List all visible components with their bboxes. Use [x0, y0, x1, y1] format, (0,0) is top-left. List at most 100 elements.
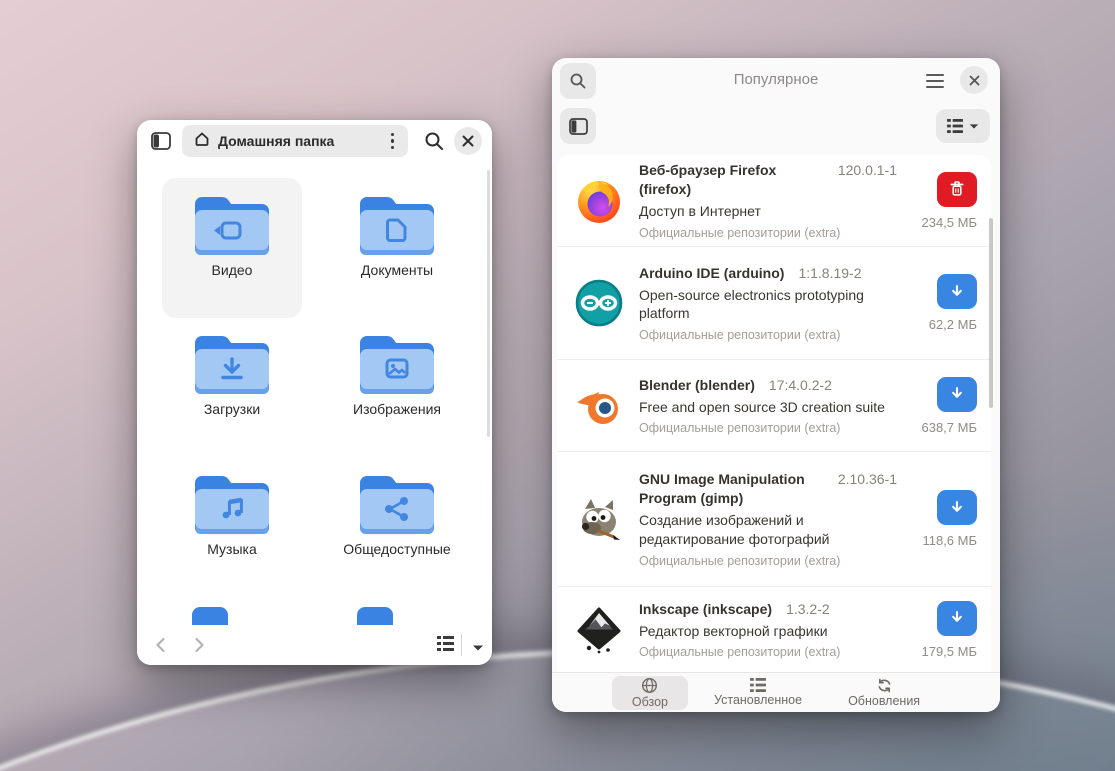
folder-item-public[interactable]: Общедоступные [327, 457, 467, 597]
current-folder-label: Домашняя папка [218, 133, 335, 149]
arduino-icon [575, 279, 623, 327]
folder-icon [195, 476, 269, 534]
list-icon [750, 678, 766, 693]
app-row-blender[interactable]: Blender (blender) 17:4.0.2-2 Free and op… [557, 360, 991, 452]
tab-installed[interactable]: Установленное [694, 676, 822, 710]
tab-updates[interactable]: Обновления [828, 676, 940, 710]
folder-icon [195, 336, 269, 394]
gimp-icon [581, 499, 620, 540]
install-button[interactable] [937, 600, 977, 636]
files-headerbar: Домашняя папка [137, 120, 492, 162]
folder-label: Загрузки [203, 401, 261, 417]
folder-item-videos[interactable]: Видео [162, 178, 302, 318]
app-name: GNU Image Manipulation Program (gimp) [639, 471, 805, 507]
install-button[interactable] [937, 376, 977, 412]
app-repository: Официальные репозитории (extra) [639, 645, 841, 660]
app-row-firefox[interactable]: Веб-браузер Firefox (firefox) 120.0.1-1 … [557, 155, 991, 247]
tab-label: Установленное [714, 693, 803, 708]
hamburger-menu-icon[interactable] [922, 70, 948, 92]
app-version: 120.0.1-1 [837, 162, 897, 179]
tab-browse[interactable]: Обзор [611, 675, 689, 710]
download-icon [952, 387, 962, 398]
chevron-down-icon [969, 123, 979, 129]
app-description: Редактор векторной графики [639, 622, 828, 639]
list-view-icon[interactable] [437, 636, 454, 656]
app-row-inkscape[interactable]: Inkscape (inkscape) 1.3.2-2 Редактор век… [557, 587, 991, 672]
app-size: 234,5 МБ [921, 214, 977, 230]
app-description: Доступ в Интернет [639, 202, 761, 219]
app-description: Open-source electronics prototyping plat… [639, 286, 864, 322]
forward-arrow-icon[interactable] [189, 635, 209, 655]
bottom-tab-bar: Обзор Установленное Обновления [552, 672, 1000, 712]
app-version: 1.3.2-2 [786, 600, 830, 617]
install-button[interactable] [937, 490, 977, 525]
back-arrow-icon[interactable] [151, 635, 171, 655]
folder-item-downloads[interactable]: Загрузки [162, 317, 302, 457]
app-version: 1:1.8.19-2 [798, 264, 862, 281]
app-row-gimp[interactable]: GNU Image Manipulation Program (gimp) 2.… [557, 452, 991, 587]
firefox-icon [578, 180, 620, 223]
folder-label: Изображения [353, 401, 441, 417]
app-description: Создание изображений и редактирование фо… [639, 512, 830, 547]
trash-icon [950, 181, 964, 196]
app-list: Веб-браузер Firefox (firefox) 120.0.1-1 … [557, 155, 991, 672]
folder-item-documents[interactable]: Документы [327, 178, 467, 318]
folder-icon [195, 197, 269, 255]
app-repository: Официальные репозитории (extra) [639, 225, 841, 240]
tab-label: Обзор [631, 694, 669, 709]
app-size: 179,5 МБ [921, 643, 977, 659]
files-scrollbar[interactable] [487, 170, 490, 437]
home-icon [194, 131, 210, 152]
folder-icon [360, 336, 434, 394]
app-name: Веб-браузер Firefox (firefox) [639, 162, 777, 198]
sidebar-toggle-icon[interactable] [560, 108, 596, 144]
download-icon [952, 284, 962, 296]
folder-item-pictures[interactable]: Изображения [327, 317, 467, 457]
sidebar-toggle-icon[interactable] [151, 132, 171, 150]
divider [461, 634, 462, 656]
blender-icon [577, 391, 618, 424]
close-button[interactable] [454, 127, 482, 155]
app-size: 62,2 МБ [928, 317, 977, 332]
app-repository: Официальные репозитории (extra) [639, 421, 841, 436]
app-row-arduino[interactable]: Arduino IDE (arduino) 1:1.8.19-2 Open-so… [557, 247, 991, 360]
folder-icon [360, 197, 434, 255]
view-mode-dropdown[interactable] [936, 109, 990, 143]
app-version: 17:4.0.2-2 [768, 376, 832, 393]
inkscape-icon [577, 607, 621, 653]
folder-item-music[interactable]: Музыка [162, 457, 302, 597]
list-view-icon [947, 119, 963, 133]
app-size: 638,7 МБ [921, 419, 977, 435]
app-version: 2.10.36-1 [837, 471, 897, 488]
files-window: Домашняя папка Видео Документы Загрузки … [137, 120, 492, 665]
folder-label: Видео [211, 262, 253, 278]
remove-button[interactable] [937, 171, 977, 207]
app-repository: Официальные репозитории (extra) [639, 553, 841, 568]
app-name: Arduino IDE (arduino) [639, 264, 785, 281]
app-name: Blender (blender) [639, 376, 755, 393]
files-footer [137, 625, 492, 665]
search-icon[interactable] [422, 129, 446, 153]
install-button[interactable] [937, 274, 977, 309]
globe-icon [642, 677, 658, 693]
folder-label: Общедоступные [343, 541, 451, 557]
folder-icon [360, 476, 434, 534]
view-options-dropdown-icon[interactable] [472, 639, 484, 657]
folder-item-partial[interactable] [192, 607, 228, 625]
kebab-menu-icon[interactable] [385, 129, 400, 153]
software-manager-window: Популярное Веб-браузер Firefox (firefox)… [552, 58, 1000, 712]
folder-label: Музыка [207, 541, 257, 557]
refresh-icon [878, 678, 891, 693]
app-size: 118,6 МБ [922, 533, 977, 548]
download-icon [952, 500, 962, 512]
close-button[interactable] [960, 66, 988, 94]
app-description: Free and open source 3D creation suite [639, 398, 885, 415]
app-list-scrollbar[interactable] [989, 218, 993, 408]
folder-label: Документы [360, 262, 434, 278]
app-name: Inkscape (inkscape) [639, 600, 773, 617]
app-repository: Официальные репозитории (extra) [639, 328, 841, 343]
path-bar[interactable]: Домашняя папка [182, 125, 408, 157]
tab-label: Обновления [848, 693, 921, 708]
download-icon [952, 611, 962, 622]
folder-item-partial[interactable] [357, 607, 393, 625]
